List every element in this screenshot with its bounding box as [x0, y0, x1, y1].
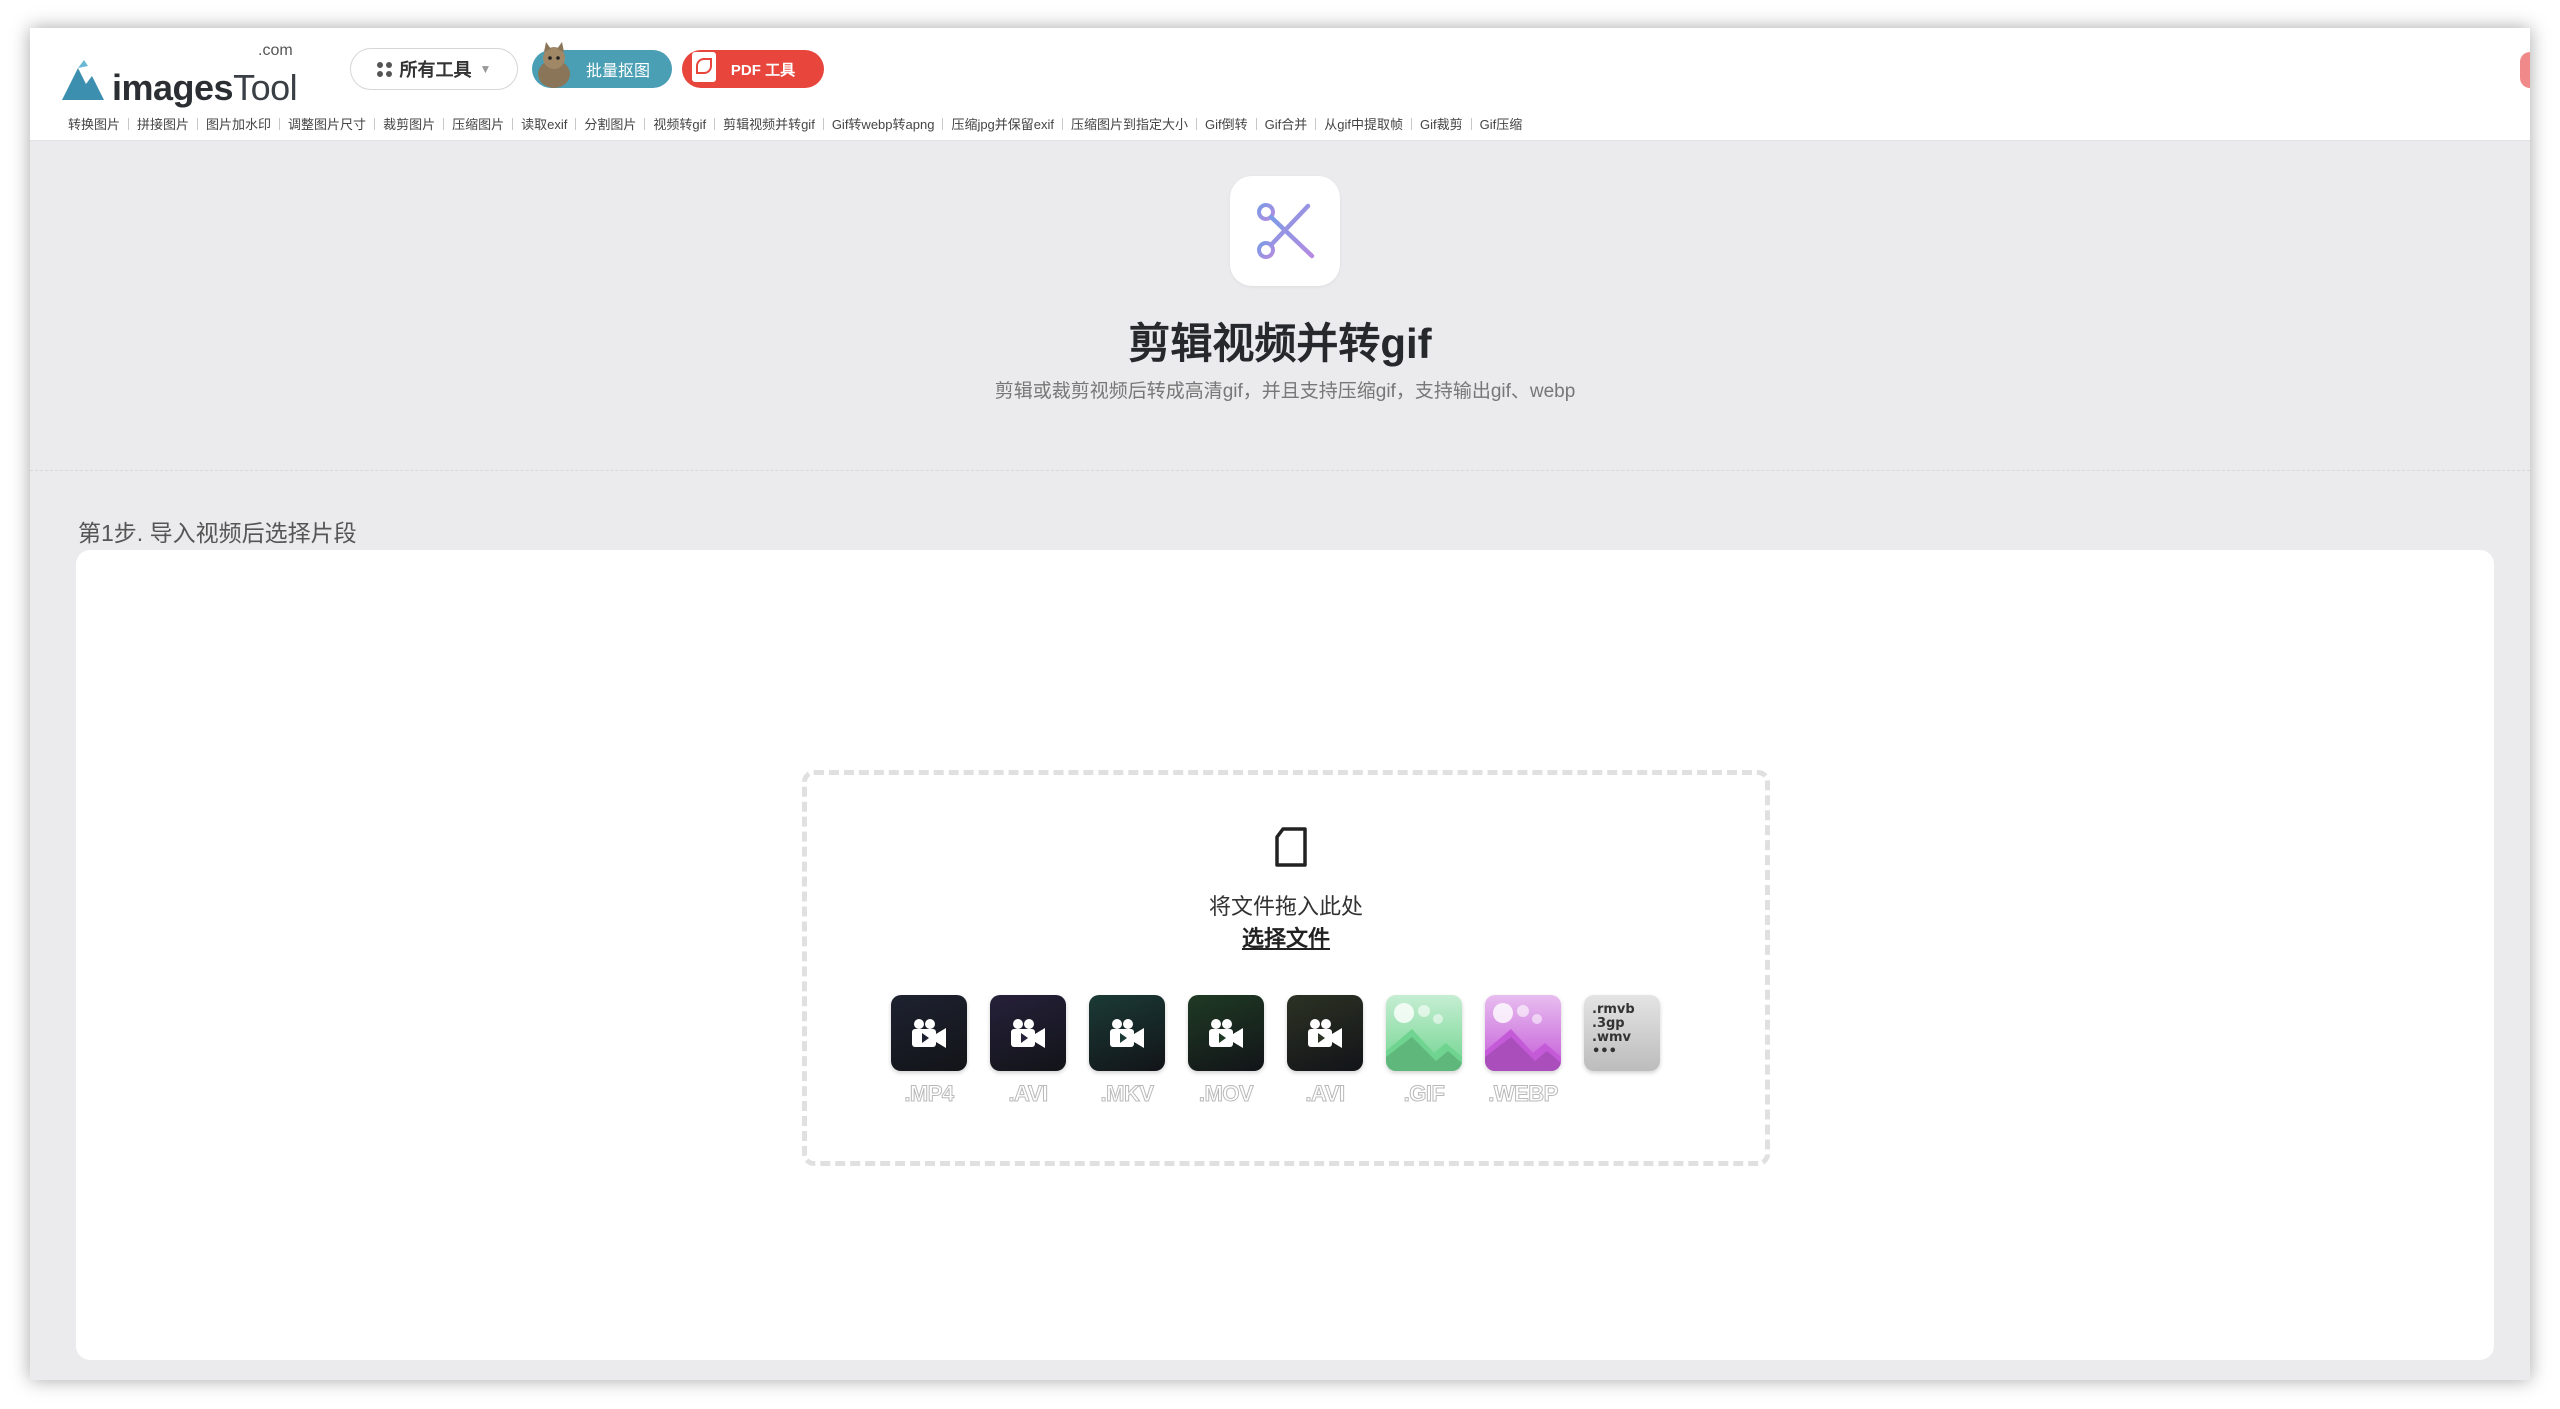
pdf-icon — [692, 52, 716, 82]
tool-link[interactable]: 剪辑视频并转gif — [723, 114, 815, 133]
toolbar-separator — [1315, 117, 1317, 130]
video-camera-icon — [1188, 995, 1264, 1071]
page-subtitle: 剪辑或裁剪视频后转成高清gif，并且支持压缩gif，支持输出gif、webp — [994, 381, 1576, 402]
toolbar-separator — [1411, 117, 1413, 130]
all-tools-dropdown[interactable]: 所有工具 ▼ — [350, 48, 518, 90]
format-item: .MP4 — [891, 995, 967, 1107]
page-title: 剪辑视频并转gif — [1128, 320, 1432, 367]
toolbar-separator — [443, 117, 445, 130]
logo-wordmark: imagesTool — [112, 67, 298, 108]
batch-matting-label: 批量抠图 — [585, 63, 650, 80]
other-formats-icon: .rmvb .3gp .wmv ••• — [1584, 995, 1660, 1071]
format-label: .AVI — [1008, 1081, 1049, 1107]
format-label: .MKV — [1100, 1081, 1155, 1107]
video-camera-icon — [891, 995, 967, 1071]
toolbar-separator — [1196, 117, 1198, 130]
tool-link[interactable]: 转换图片 — [68, 114, 120, 133]
supported-formats: .MP4 .AVI .MKV .MOV .AVI .GIF .WEBP .rmvb .3gp … — [891, 995, 1660, 1107]
select-file-link[interactable]: 选择文件 — [807, 921, 1765, 953]
tool-link[interactable]: 图片加水印 — [206, 114, 271, 133]
tool-link[interactable]: 压缩jpg并保留exif — [951, 114, 1054, 133]
toolbar-separator — [1255, 117, 1257, 130]
toolbar-separator — [197, 117, 199, 130]
tool-link[interactable]: 压缩图片 — [452, 114, 504, 133]
tool-link[interactable]: 从gif中提取帧 — [1324, 114, 1403, 133]
logo-com: .com — [258, 42, 293, 59]
tool-link[interactable]: 拼接图片 — [137, 114, 189, 133]
format-label: .MOV — [1198, 1081, 1254, 1107]
image-icon — [1386, 995, 1462, 1071]
logo-mountain-icon — [62, 60, 104, 100]
format-item: .MOV — [1188, 995, 1264, 1107]
pdf-tools-label: PDF 工具 — [730, 61, 796, 79]
tool-link[interactable]: 视频转gif — [653, 114, 706, 133]
format-label: .AVI — [1305, 1081, 1346, 1107]
tool-link[interactable]: Gif合并 — [1265, 114, 1308, 133]
toolbar-separator — [714, 117, 716, 130]
scissors-icon — [1230, 176, 1340, 286]
toolbar-separator — [644, 117, 646, 130]
tool-links-bar: 转换图片 拼接图片 图片加水印 调整图片尺寸 裁剪图片 压缩图片 读取exif 分割图片 视频转… — [68, 114, 1522, 133]
all-tools-label: 所有工具 — [399, 60, 472, 80]
tool-link[interactable]: Gif倒转 — [1205, 114, 1248, 133]
toolbar-separator — [512, 117, 514, 130]
video-camera-icon — [1089, 995, 1165, 1071]
format-item: .MKV — [1089, 995, 1165, 1107]
tool-link[interactable]: 压缩图片到指定大小 — [1071, 114, 1188, 133]
format-item: .AVI — [990, 995, 1066, 1107]
browser-window: imagesTool .com 所有工具 ▼ 批量抠图 PDF 工具 转换图片拼… — [30, 28, 2530, 1380]
file-icon — [1275, 827, 1307, 867]
tool-link[interactable]: 分割图片 — [584, 114, 636, 133]
tool-link[interactable]: Gif裁剪 — [1420, 114, 1463, 133]
image-icon — [1485, 995, 1561, 1071]
user-avatar[interactable] — [2520, 52, 2530, 88]
toolbar-separator — [942, 117, 944, 130]
toolbar-separator — [128, 117, 130, 130]
toolbar-separator — [822, 117, 824, 130]
tool-link[interactable]: 读取exif — [521, 114, 567, 133]
other-formats-text: .rmvb .3gp .wmv ••• — [1592, 1002, 1635, 1059]
hero-divider — [30, 470, 2530, 471]
tool-link[interactable]: 裁剪图片 — [383, 114, 435, 133]
toolbar-separator — [575, 117, 577, 130]
format-item: .WEBP — [1485, 995, 1561, 1107]
upload-panel: 将文件拖入此处 选择文件 .MP4 .AVI .MKV .MOV .AVI .GIF .WE… — [76, 550, 2494, 1360]
format-label: .GIF — [1403, 1081, 1445, 1107]
format-label: .WEBP — [1488, 1081, 1559, 1107]
tool-link[interactable]: Gif压缩 — [1480, 114, 1523, 133]
toolbar-separator — [374, 117, 376, 130]
cat-avatar-icon — [538, 42, 570, 88]
drop-hint: 将文件拖入此处 — [1208, 894, 1363, 919]
toolbar-separator — [1062, 117, 1064, 130]
site-header: imagesTool .com 所有工具 ▼ 批量抠图 PDF 工具 转换图片拼… — [30, 28, 2530, 141]
chevron-down-icon: ▼ — [479, 62, 492, 76]
apps-grid-icon — [376, 61, 392, 77]
site-logo[interactable]: imagesTool .com — [60, 42, 300, 106]
video-camera-icon — [1287, 995, 1363, 1071]
video-camera-icon — [990, 995, 1066, 1071]
pdf-tools-button[interactable]: PDF 工具 — [682, 50, 824, 88]
batch-matting-button[interactable]: 批量抠图 — [532, 42, 672, 88]
step-label: 第1步. 导入视频后选择片段 — [78, 520, 357, 546]
format-label: .MP4 — [904, 1081, 955, 1107]
format-item: .AVI — [1287, 995, 1363, 1107]
format-item: .GIF — [1386, 995, 1462, 1107]
toolbar-separator — [279, 117, 281, 130]
tool-link[interactable]: 调整图片尺寸 — [288, 114, 366, 133]
format-item: .rmvb .3gp .wmv ••• — [1584, 995, 1660, 1107]
toolbar-separator — [1470, 117, 1472, 130]
tool-link[interactable]: Gif转webp转apng — [832, 114, 935, 133]
file-dropzone[interactable]: 将文件拖入此处 选择文件 .MP4 .AVI .MKV .MOV .AVI .GIF .WE… — [802, 770, 1770, 1166]
